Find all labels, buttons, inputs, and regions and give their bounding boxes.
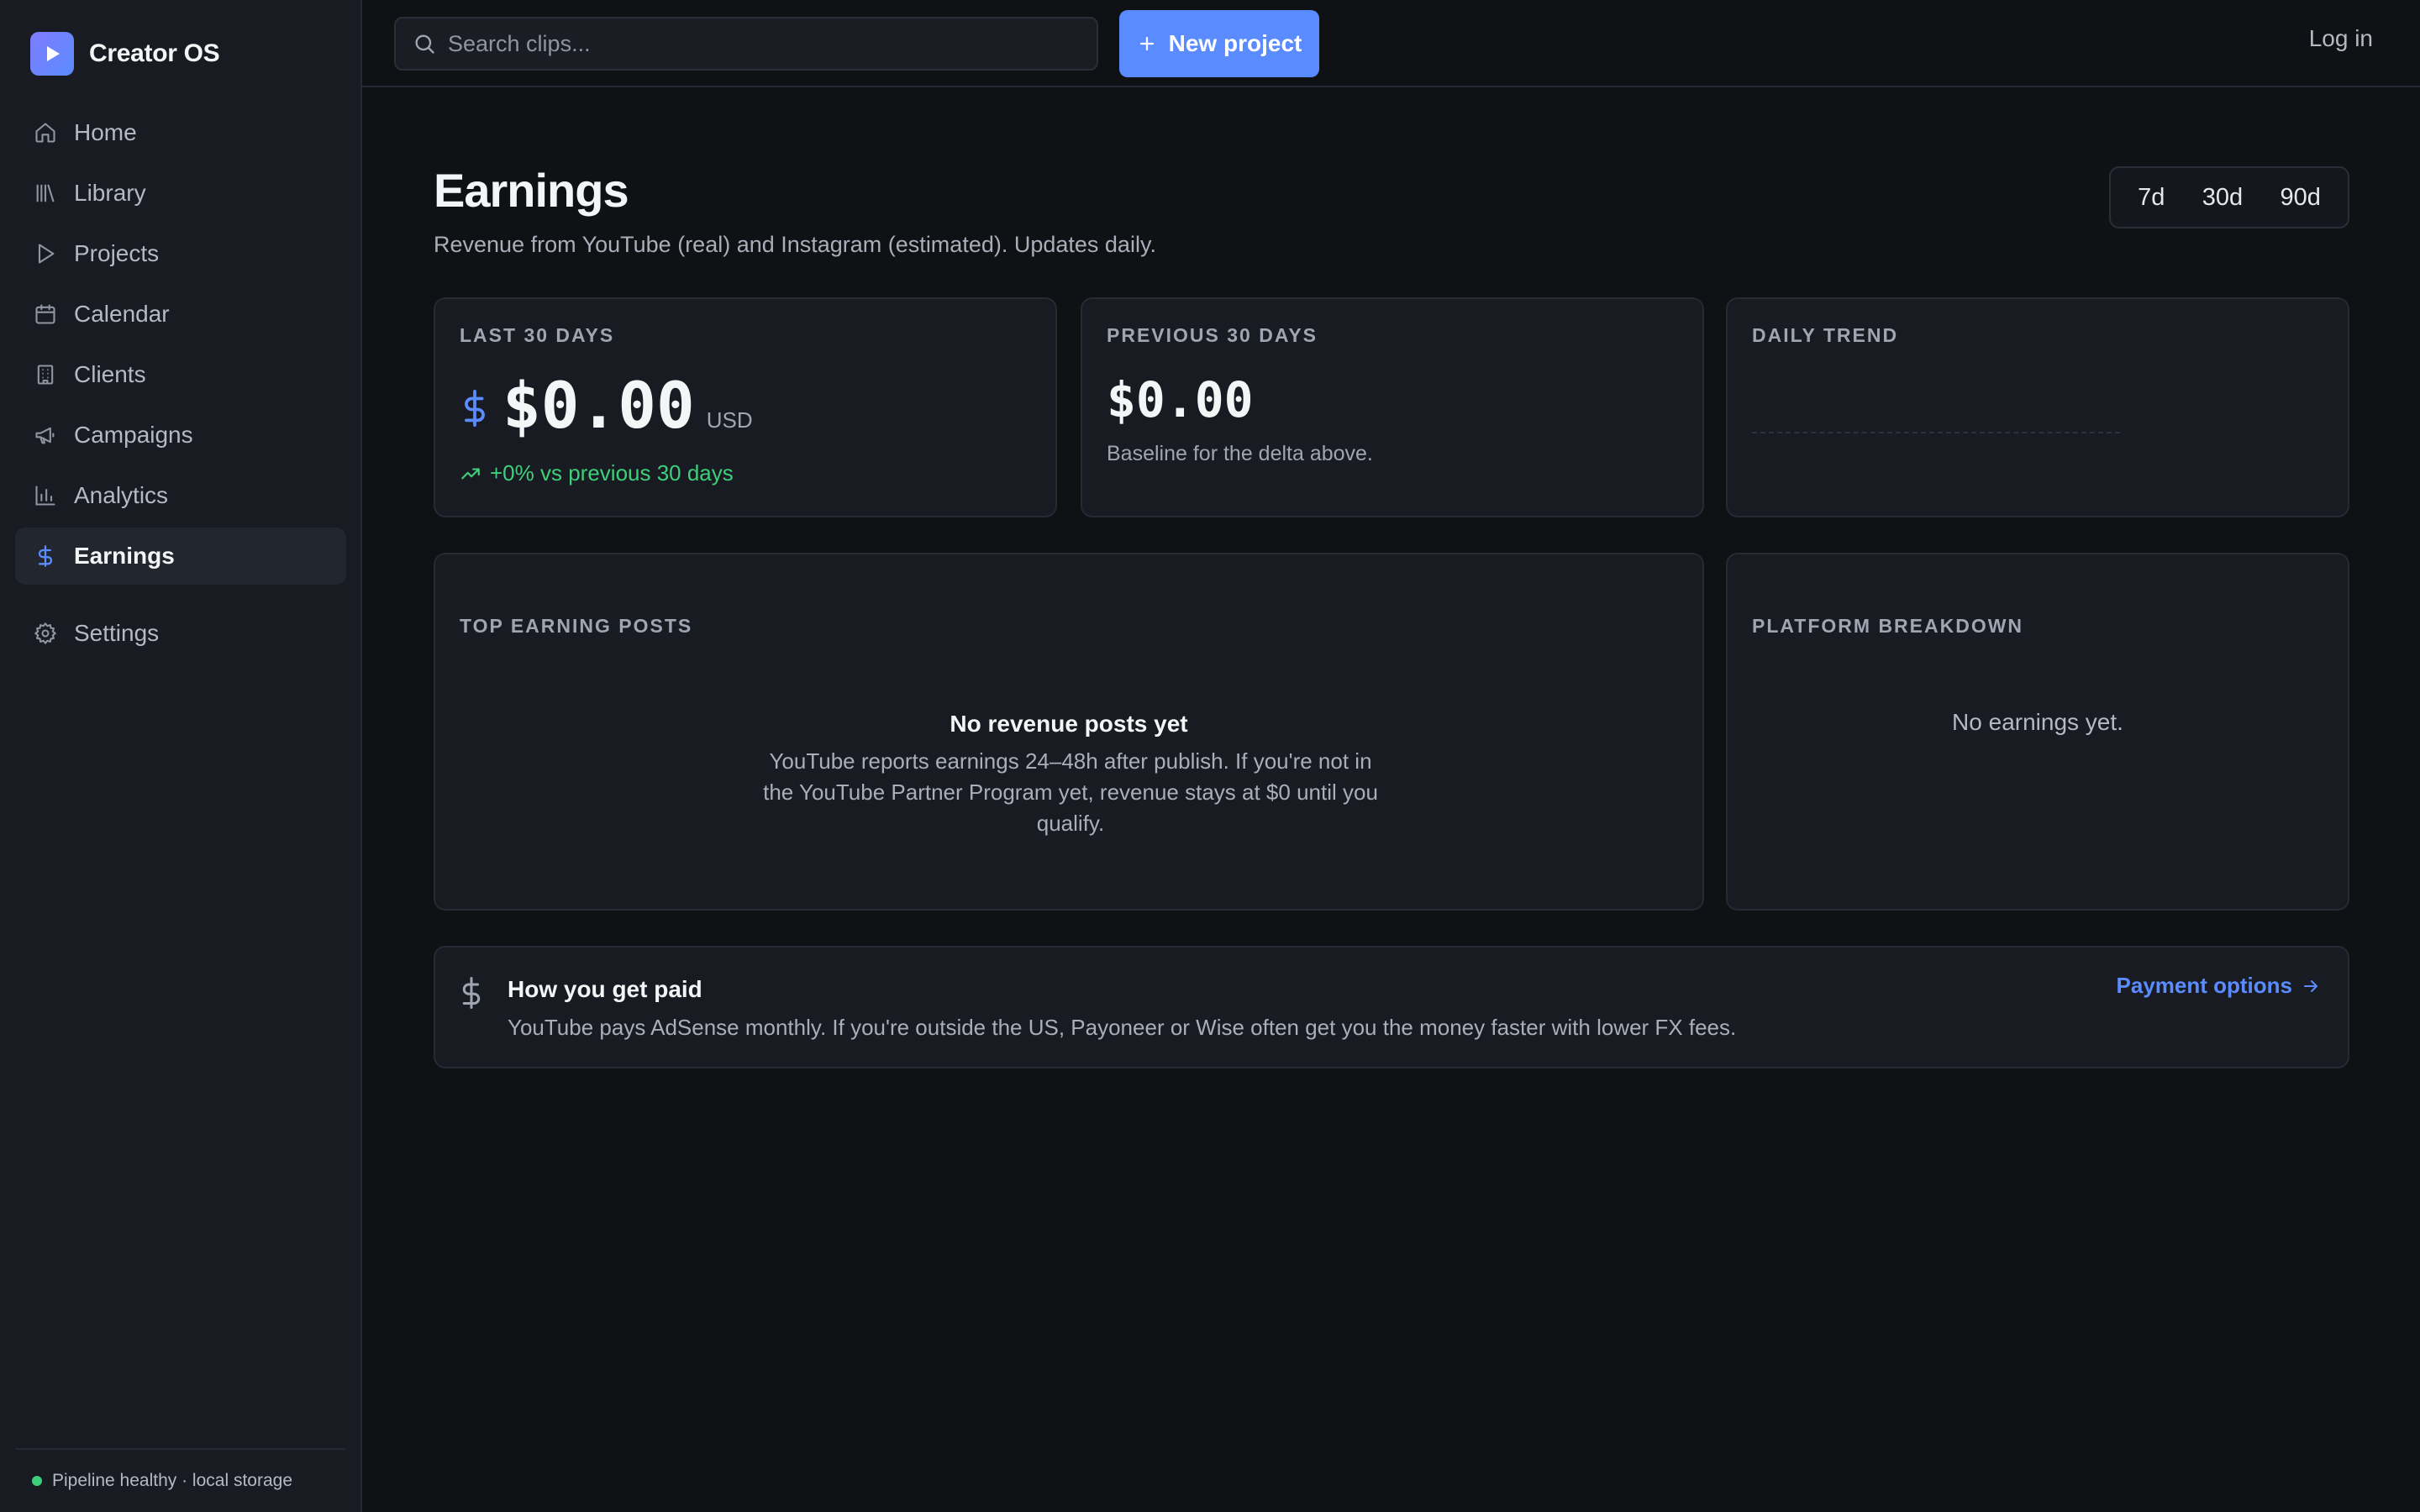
- last-30-days-card: Last 30 days $0.00 USD +0% vs previous 3…: [434, 297, 1057, 517]
- card-label: Last 30 days: [460, 324, 615, 346]
- sidebar-item-settings[interactable]: Settings: [15, 605, 346, 662]
- bar-chart-icon: [32, 482, 59, 509]
- sidebar-item-label: Projects: [74, 240, 160, 266]
- payout-title: How you get paid: [508, 976, 702, 1002]
- calendar-icon: [32, 301, 59, 328]
- building-icon: [32, 361, 59, 388]
- gear-icon: [32, 620, 59, 647]
- previous-30-days-value: $0.00: [1107, 371, 1254, 428]
- megaphone-icon: [32, 422, 59, 449]
- pipeline-status-text: Pipeline healthy · local storage: [52, 1471, 293, 1490]
- payment-options-label: Payment options: [2116, 973, 2292, 998]
- page-title: Earnings: [434, 164, 629, 217]
- sidebar-item-label: Campaigns: [74, 422, 193, 448]
- brand-name: Creator OS: [89, 39, 220, 67]
- sidebar-item-label: Home: [74, 119, 137, 145]
- sidebar-item-label: Earnings: [74, 543, 175, 569]
- previous-30-days-note: Baseline for the delta above.: [1107, 442, 1373, 465]
- empty-state-description: YouTube reports earnings 24–48h after pu…: [763, 748, 1378, 836]
- currency-label: USD: [706, 407, 753, 433]
- range-30d-button[interactable]: 30d: [2192, 177, 2253, 218]
- library-icon: [32, 180, 59, 207]
- brand-logo-icon: [30, 32, 74, 76]
- login-link[interactable]: Log in: [2309, 25, 2373, 52]
- payment-options-link[interactable]: Payment options: [2117, 973, 2321, 999]
- sidebar-item-home[interactable]: Home: [15, 104, 346, 161]
- brand[interactable]: Creator OS: [30, 32, 220, 76]
- date-range-selector: 7d 30d 90d: [2109, 166, 2349, 228]
- pipeline-status: Pipeline healthy · local storage: [15, 1448, 345, 1512]
- search-icon: [413, 32, 436, 55]
- card-label: Platform breakdown: [1752, 615, 2024, 637]
- sidebar-item-label: Calendar: [74, 301, 170, 327]
- sidebar-item-earnings[interactable]: Earnings: [15, 528, 346, 585]
- sidebar-item-calendar[interactable]: Calendar: [15, 286, 346, 343]
- sidebar-item-label: Settings: [74, 620, 160, 646]
- delta-indicator: +0% vs previous 30 days: [460, 460, 734, 486]
- card-label: Top earning posts: [460, 615, 693, 637]
- dollar-icon: [460, 976, 482, 1017]
- daily-trend-card: Daily trend: [1726, 297, 2349, 517]
- sidebar-item-label: Library: [74, 180, 146, 206]
- sidebar-item-clients[interactable]: Clients: [15, 346, 346, 403]
- earnings-value-row: $0.00 USD: [462, 368, 753, 443]
- trend-sparkline: [1752, 432, 2120, 433]
- search-box[interactable]: [394, 17, 1098, 71]
- trending-up-icon: [460, 463, 490, 485]
- plus-icon: [1137, 34, 1157, 54]
- status-dot-icon: [32, 1476, 42, 1486]
- top-earning-posts-card: Top earning posts No revenue posts yet Y…: [434, 553, 1704, 911]
- arrow-right-icon: [2292, 976, 2321, 996]
- sidebar-item-label: Clients: [74, 361, 146, 387]
- sidebar-nav: Home Library Projects Calendar Clients C…: [15, 104, 346, 665]
- sidebar-item-label: Analytics: [74, 482, 169, 508]
- delta-text: +0% vs previous 30 days: [490, 460, 734, 486]
- platform-breakdown-card: Platform breakdown No earnings yet.: [1726, 553, 2349, 911]
- dollar-icon: [32, 543, 59, 570]
- search-input[interactable]: [448, 30, 1086, 57]
- payout-info-card: How you get paid YouTube pays AdSense mo…: [434, 946, 2349, 1068]
- empty-state-title: No revenue posts yet: [950, 711, 1188, 737]
- sidebar-item-campaigns[interactable]: Campaigns: [15, 407, 346, 464]
- range-90d-button[interactable]: 90d: [2270, 177, 2330, 218]
- play-icon: [32, 240, 59, 267]
- payout-description: YouTube pays AdSense monthly. If you're …: [508, 1015, 1737, 1040]
- new-project-button[interactable]: New project: [1119, 10, 1319, 77]
- range-7d-button[interactable]: 7d: [2128, 177, 2175, 218]
- card-label: Daily trend: [1752, 324, 1899, 346]
- page-subtitle: Revenue from YouTube (real) and Instagra…: [434, 232, 1156, 257]
- dollar-icon: [462, 386, 487, 438]
- sidebar-item-library[interactable]: Library: [15, 165, 346, 222]
- platform-empty-state: No earnings yet.: [1952, 709, 2123, 735]
- sidebar-item-analytics[interactable]: Analytics: [15, 467, 346, 524]
- last-30-days-value: $0.00: [502, 368, 695, 443]
- sidebar-item-projects[interactable]: Projects: [15, 225, 346, 282]
- card-label: Previous 30 days: [1107, 324, 1318, 346]
- topbar: New project Log in: [362, 0, 2420, 87]
- previous-30-days-card: Previous 30 days $0.00 Baseline for the …: [1081, 297, 1704, 517]
- home-icon: [32, 119, 59, 146]
- sidebar: Creator OS Home Library Projects Calenda…: [0, 0, 362, 1512]
- new-project-label: New project: [1168, 30, 1302, 56]
